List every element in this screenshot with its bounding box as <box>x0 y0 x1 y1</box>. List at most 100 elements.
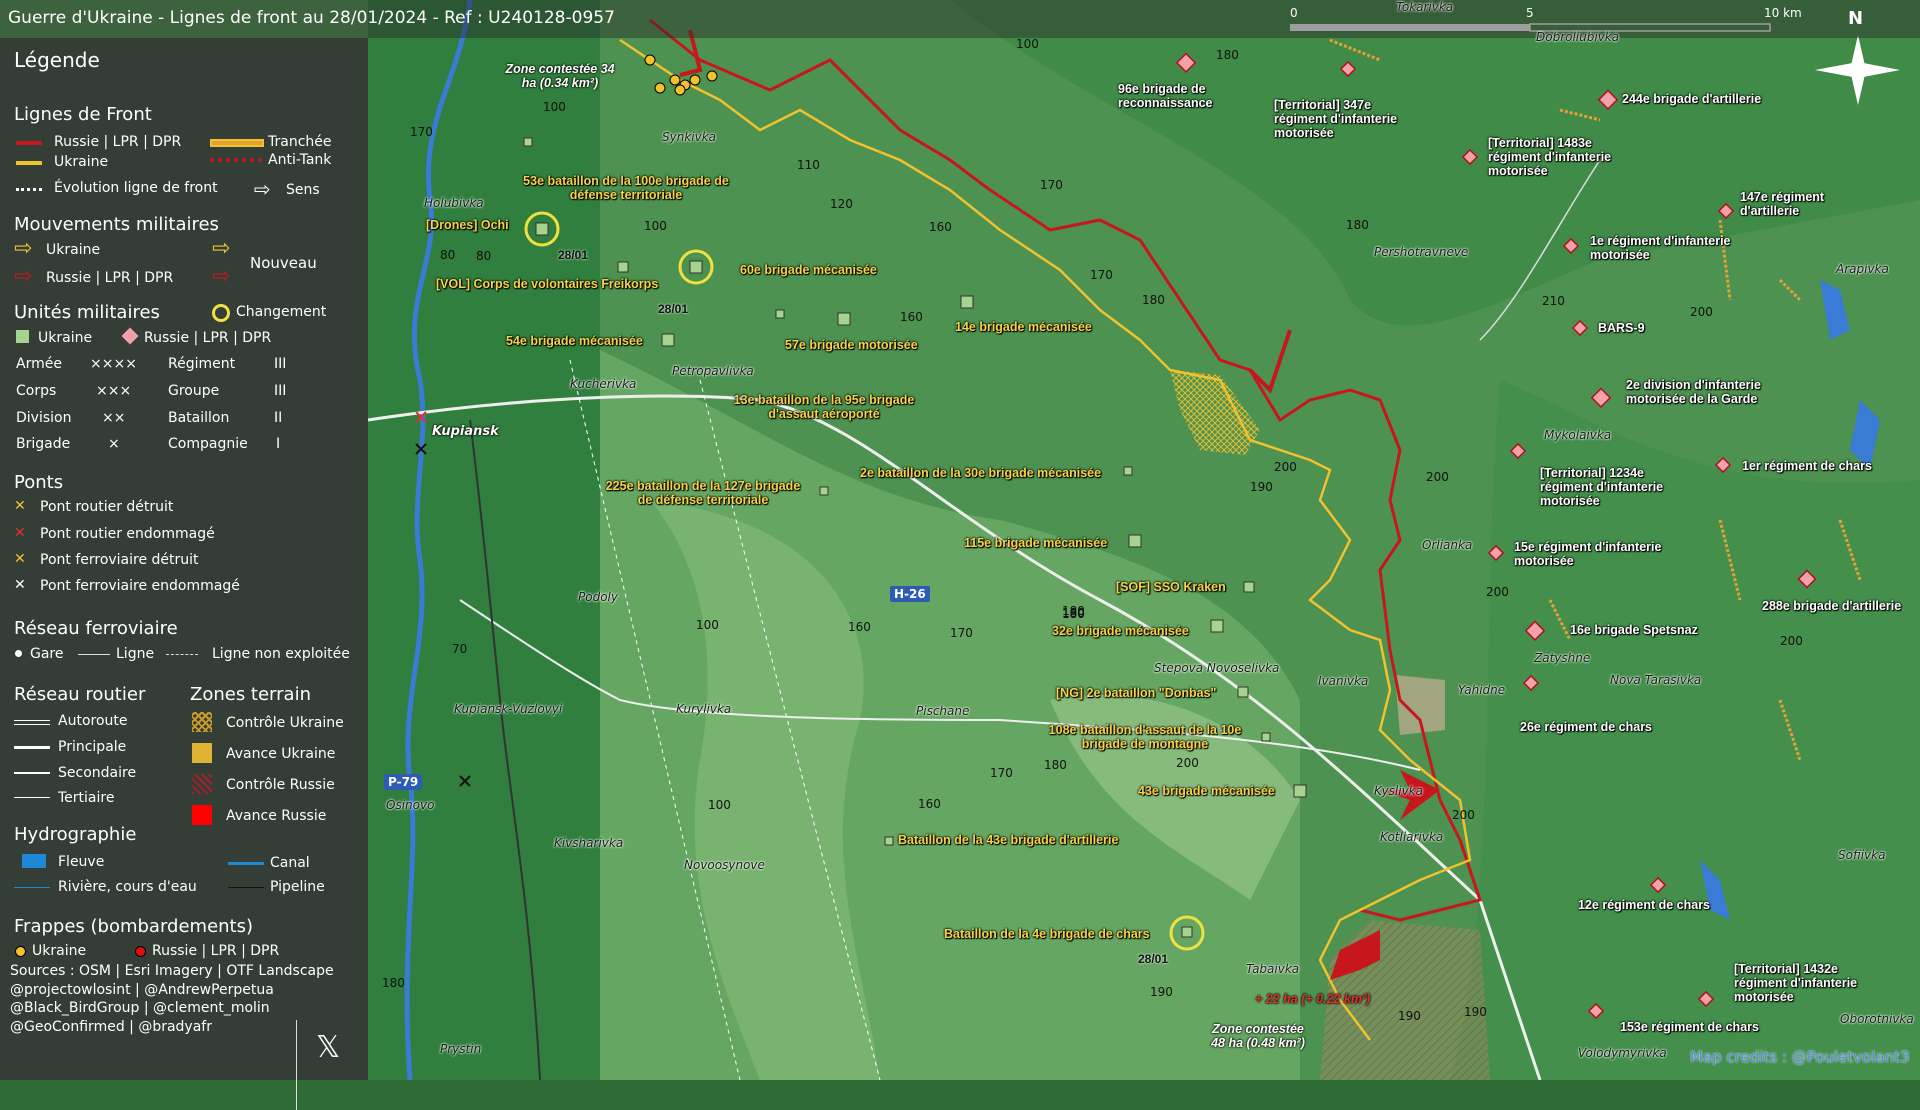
altitude-label: 180 <box>1346 218 1369 232</box>
zone-item: Avance Ukraine <box>226 746 336 762</box>
rail-bridge-destroyed-icon: ✕ <box>14 551 26 567</box>
ukraine-unit-label[interactable]: Bataillon de la 4e brigade de chars <box>944 927 1150 941</box>
pipeline-swatch <box>228 887 264 888</box>
russia-unit-label[interactable]: 147e régiment d'artillerie <box>1740 190 1860 218</box>
russia-unit-label[interactable]: BARS-9 <box>1598 321 1645 335</box>
russia-unit-label[interactable]: 244e brigade d'artillerie <box>1622 92 1761 106</box>
russia-unit-label[interactable]: [Territorial] 1234e régiment d'infanteri… <box>1540 466 1690 508</box>
stream-swatch <box>14 887 50 888</box>
zone-item: Avance Russie <box>226 808 327 824</box>
legend-hydro-pipeline: Pipeline <box>270 879 325 895</box>
legend-zones-title: Zones terrain <box>190 684 311 705</box>
town-label: Sofiivka <box>1838 848 1886 862</box>
scale-label-10: 10 km <box>1764 6 1802 20</box>
russia-unit-label[interactable]: 12e régiment de chars <box>1578 898 1710 912</box>
russia-unit-label[interactable]: 2e division d'infanterie motorisée de la… <box>1626 378 1786 406</box>
legend-front-antitank: Anti-Tank <box>268 152 332 168</box>
russia-unit-label[interactable]: 288e brigade d'artillerie <box>1762 599 1901 613</box>
ukraine-unit-icon <box>16 330 29 343</box>
north-label: N <box>1848 8 1864 29</box>
x-logo-icon[interactable]: 𝕏 <box>316 1030 340 1065</box>
altitude-label: 190 <box>1464 1005 1487 1019</box>
legend-hydro-title: Hydrographie <box>14 824 137 845</box>
ukraine-unit-label[interactable]: [VOL] Corps de volontaires Freikorps <box>436 277 658 291</box>
ukraine-unit-label[interactable]: 2e bataillon de la 30e brigade mécanisée <box>860 466 1101 480</box>
russia-unit-label[interactable]: 96e brigade de reconnaissance <box>1118 82 1228 110</box>
altitude-label: 200 <box>1274 460 1297 474</box>
legend-front-trench: Tranchée <box>268 134 332 150</box>
altitude-label: 200 <box>1690 305 1713 319</box>
russia-unit-label[interactable]: 26e régiment de chars <box>1520 720 1652 734</box>
ukraine-unit-label[interactable]: 14e brigade mécanisée <box>955 320 1092 334</box>
altitude-label: 170 <box>990 766 1013 780</box>
legend-units-change: Changement <box>236 304 327 320</box>
unit-row-name2: Groupe <box>168 383 220 399</box>
russia-unit-label[interactable]: [Territorial] 1432e régiment d'infanteri… <box>1734 962 1884 1004</box>
highway-swatch <box>14 720 50 725</box>
town-label: Pischane <box>916 704 970 718</box>
russia-unit-label[interactable]: 1e régiment d'infanterie motorisée <box>1590 234 1750 262</box>
altitude-label: 160 <box>929 220 952 234</box>
legend-units-ukraine: Ukraine <box>38 330 93 346</box>
altitude-label: 170 <box>950 626 973 640</box>
unit-row-sym: ×× <box>102 410 126 426</box>
legend-hydro-stream: Rivière, cours d'eau <box>58 879 197 895</box>
unit-row-name: Corps <box>16 383 57 399</box>
bridge-item: Pont ferroviaire endommagé <box>40 578 240 594</box>
town-label: Tokarivka <box>1396 0 1454 14</box>
ukraine-unit-label[interactable]: 108e bataillon d'assaut de la 10e brigad… <box>1040 723 1250 751</box>
arrow-right-icon: ⇨ <box>254 177 271 201</box>
bridge-item: Pont routier endommagé <box>40 526 215 542</box>
altitude-label: 100 <box>1016 37 1039 51</box>
altitude-label: 100 <box>644 219 667 233</box>
russia-unit-label[interactable]: 15e régiment d'infanterie motorisée <box>1514 540 1674 568</box>
russia-unit-label[interactable]: 16e brigade Spetsnaz <box>1570 623 1698 637</box>
russia-unit-label[interactable]: [Territorial] 1483e régiment d'infanteri… <box>1488 136 1638 178</box>
unit-row-sym2: I <box>276 436 281 452</box>
ukraine-unit-label[interactable]: [SOF] SSO Kraken <box>1116 580 1226 594</box>
ukraine-unit-label[interactable]: 43e brigade mécanisée <box>1138 784 1275 798</box>
map-title: Guerre d'Ukraine - Lignes de front au 28… <box>8 8 615 28</box>
rail-bridge-damaged-icon: ✕ <box>14 577 26 593</box>
ukraine-unit-label[interactable]: Bataillon de la 43e brigade d'artillerie <box>898 833 1118 847</box>
road-shield: P-79 <box>384 774 423 790</box>
scale-label-5: 5 <box>1526 6 1534 20</box>
road-shield: H-26 <box>890 586 930 602</box>
town-label: Novoosynove <box>684 858 765 872</box>
russia-arrow-icon: ⇨ <box>14 264 33 289</box>
unit-row-sym: ××× <box>96 383 132 399</box>
ukraine-unit-label[interactable]: 60e brigade mécanisée <box>740 263 877 277</box>
legend-strikes-russia: Russie | LPR | DPR <box>152 943 280 959</box>
ukraine-unit-label[interactable]: 57e brigade motorisée <box>785 338 918 352</box>
altitude-label: 180 <box>1142 293 1165 307</box>
town-label: Oborotnivka <box>1840 1012 1914 1026</box>
altitude-label: 200 <box>1780 634 1803 648</box>
ukraine-unit-label[interactable]: 13e bataillon de la 95e brigade d'assaut… <box>724 393 924 421</box>
rail-unused-swatch <box>166 654 198 655</box>
town-label: Kupiansk <box>432 424 499 439</box>
legend-bridges-title: Ponts <box>14 472 64 493</box>
rail-line-swatch <box>78 654 110 655</box>
altitude-label: 100 <box>696 618 719 632</box>
ukraine-unit-label[interactable]: [Drones] Ochi <box>426 218 509 232</box>
sources-block: Sources : OSM | Esri Imagery | OTF Lands… <box>10 962 334 1036</box>
ukraine-unit-label[interactable]: 54e brigade mécanisée <box>506 334 643 348</box>
town-label: Kucherivka <box>570 377 637 391</box>
town-label: Holubivka <box>424 196 484 210</box>
legend-moves-ukraine: Ukraine <box>46 242 101 258</box>
ukraine-unit-label[interactable]: 225e bataillon de la 127e brigade de déf… <box>598 479 808 507</box>
town-label: Yahidne <box>1458 683 1506 697</box>
legend-trench-line <box>210 139 264 147</box>
ukraine-unit-label[interactable]: [NG] 2e bataillon "Donbas" <box>1056 686 1216 700</box>
altitude-label: 160 <box>918 797 941 811</box>
station-icon <box>15 650 22 657</box>
ukraine-unit-label[interactable]: 32e brigade mécanisée <box>1052 624 1189 638</box>
russia-unit-label[interactable]: 153e régiment de chars <box>1620 1020 1759 1034</box>
ukraine-unit-label[interactable]: 115e brigade mécanisée <box>964 536 1107 550</box>
russia-unit-label[interactable]: [Territorial] 347e régiment d'infanterie… <box>1274 98 1424 140</box>
russia-unit-label[interactable]: 1er régiment de chars <box>1742 459 1872 473</box>
altitude-label: 100 <box>708 798 731 812</box>
town-label: Tabaivka <box>1246 962 1300 976</box>
legend-front-evolution: Évolution ligne de front <box>54 180 218 196</box>
ukraine-unit-label[interactable]: 53e bataillon de la 100e brigade de défe… <box>516 174 736 202</box>
